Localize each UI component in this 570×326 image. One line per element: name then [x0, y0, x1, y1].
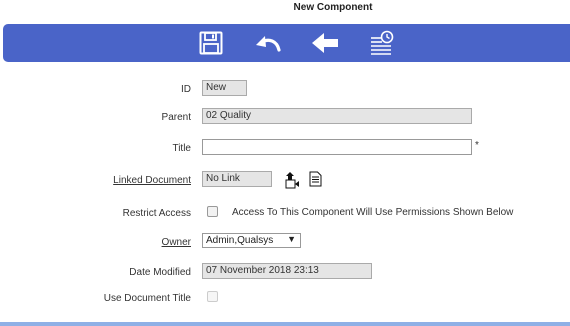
id-field: New [202, 80, 247, 96]
linked-document-link[interactable]: Linked Document [113, 175, 191, 186]
save-button[interactable] [196, 28, 226, 58]
new-document-button[interactable] [309, 171, 322, 190]
bottom-divider [0, 322, 570, 326]
restrict-access-row: Restrict Access Access To This Component… [0, 204, 570, 224]
id-row: ID New [0, 80, 570, 100]
use-document-title-checkbox[interactable] [207, 291, 218, 302]
title-input[interactable] [202, 139, 472, 155]
back-arrow-icon [312, 33, 338, 53]
required-marker: * [475, 140, 479, 151]
undo-button[interactable] [253, 28, 283, 58]
id-label: ID [181, 84, 191, 95]
linked-document-row: Linked Document No Link [0, 171, 570, 191]
date-modified-row: Date Modified 07 November 2018 23:13 [0, 263, 570, 283]
dropdown-arrow-icon: ▼ [287, 234, 296, 244]
use-document-title-row: Use Document Title [0, 289, 570, 309]
date-modified-label: Date Modified [129, 267, 191, 278]
title-label: Title [172, 143, 191, 154]
owner-link[interactable]: Owner [162, 237, 191, 248]
owner-select[interactable]: Admin,Qualsys ▼ [202, 233, 301, 248]
save-icon [199, 31, 223, 55]
restrict-access-checkbox[interactable] [207, 206, 218, 217]
parent-row: Parent 02 Quality [0, 108, 570, 128]
document-icon [309, 171, 322, 187]
history-button[interactable] [367, 28, 397, 58]
restrict-access-label: Restrict Access [122, 208, 191, 219]
title-row: Title * [0, 139, 570, 159]
date-modified-field: 07 November 2018 23:13 [202, 263, 372, 279]
undo-icon [256, 36, 281, 52]
restrict-access-description: Access To This Component Will Use Permis… [232, 207, 514, 218]
document-link-icon [285, 172, 299, 189]
parent-field: 02 Quality [202, 108, 472, 124]
page-title: New Component [293, 2, 373, 13]
parent-label: Parent [161, 112, 191, 123]
owner-selected-value: Admin,Qualsys [206, 235, 274, 246]
browse-link-button[interactable] [284, 171, 300, 192]
toolbar [3, 24, 570, 62]
back-button[interactable] [310, 28, 340, 58]
use-document-title-label: Use Document Title [103, 293, 191, 304]
history-list-icon [371, 30, 394, 55]
linked-document-field: No Link [202, 171, 272, 187]
owner-row: Owner Admin,Qualsys ▼ [0, 233, 570, 253]
